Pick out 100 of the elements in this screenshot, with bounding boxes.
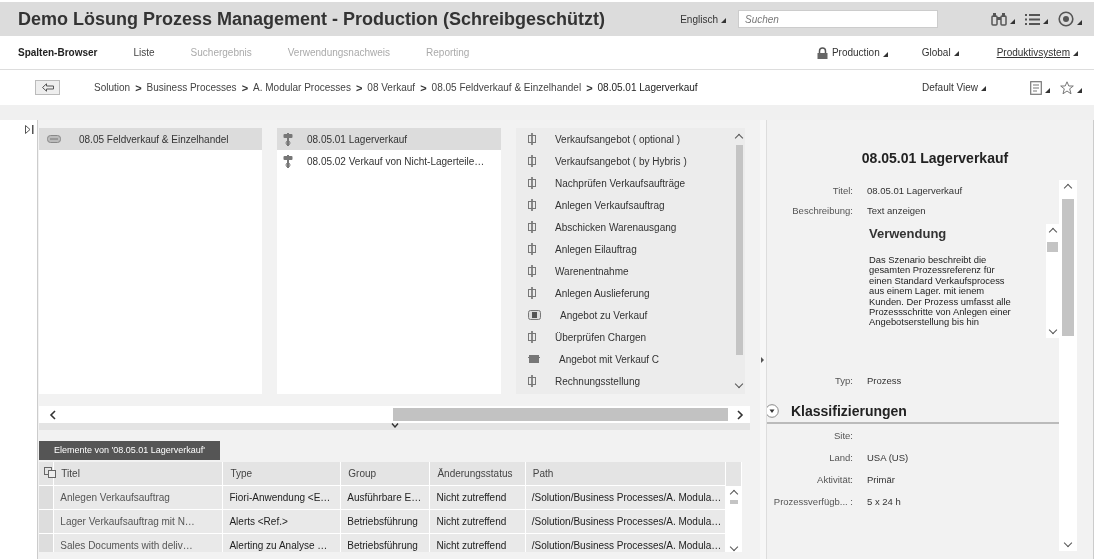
step-icon	[528, 331, 536, 343]
step-icon	[528, 243, 536, 255]
column-item[interactable]: Abschicken Warenausgang	[516, 216, 733, 238]
section-header[interactable]: Klassifizierungen	[763, 400, 1059, 424]
expand-panel-icon[interactable]	[25, 125, 34, 134]
column-item[interactable]: Anlegen Eilauftrag	[516, 238, 733, 260]
breadcrumb-link[interactable]: A. Modular Processes	[253, 82, 351, 93]
column-header[interactable]: Group	[340, 462, 430, 486]
column-item[interactable]: Überprüfen Chargen	[516, 326, 733, 348]
step-icon	[528, 199, 536, 211]
description-text: Das Szenario beschreibt die gesamten Prozessreferenz für einen Standard Verkaufsprocess aus einem Lager. mit ienem Kunden. Der Prozess umfasst alle Prozessschritte von Anlegen einer Angebotserstellung bis hin	[869, 255, 1012, 328]
scroll-left-icon[interactable]	[49, 409, 57, 420]
elements-tab[interactable]: Elemente von '08.05.01 Lagerverkauf'	[39, 441, 221, 460]
scope-menu[interactable]: Global	[921, 47, 963, 58]
breadcrumb-link[interactable]: 08.05 Feldverkauf & Einzelhandel	[431, 82, 582, 93]
table-cell: Anlegen Verkaufsauftrag	[53, 485, 223, 510]
step-icon	[528, 155, 536, 167]
document-icon	[1030, 80, 1042, 95]
column-item[interactable]: 08.05.02 Verkauf von Nicht-Lagerteile…	[277, 150, 501, 172]
system-link[interactable]: Produktivsystem	[996, 47, 1082, 58]
breadcrumb-separator: >	[420, 81, 427, 94]
field-label: Titel:	[831, 184, 854, 196]
field-value: Primär	[867, 473, 895, 485]
caret-icon	[721, 17, 726, 23]
table-cell: Nicht zutreffend	[429, 533, 526, 552]
field-label: Aktivität:	[816, 473, 854, 485]
list-icon	[1025, 12, 1040, 26]
folder-icon	[47, 135, 61, 143]
step-icon	[528, 265, 536, 277]
star-icon	[1060, 80, 1074, 95]
lock-icon	[816, 46, 828, 59]
caret-icon	[1043, 18, 1048, 24]
column-item[interactable]: Rechnungsstellung	[516, 370, 733, 392]
scenario-icon	[528, 310, 541, 320]
table-cell: Betriebsführung	[340, 533, 430, 552]
column-header[interactable]: Type	[222, 462, 341, 486]
table-cell: Lager Verkaufsauftrag mit N…	[53, 509, 223, 534]
favorite-button[interactable]	[1060, 80, 1082, 95]
column-item[interactable]: Anlegen Verkaufsauftrag	[516, 194, 733, 216]
step-icon	[528, 133, 536, 145]
caret-icon	[1010, 19, 1015, 24]
column-item[interactable]: 08.05 Feldverkauf & Einzelhandel	[39, 128, 262, 150]
column-item[interactable]: 08.05.01 Lagerverkauf	[277, 128, 501, 150]
field-label: Beschreibung:	[791, 204, 854, 216]
scroll-right-icon[interactable]	[736, 409, 744, 420]
table-cell: Fiori-Anwendung <E…	[222, 485, 341, 510]
view-tab[interactable]: Spalten-Browser	[18, 47, 98, 58]
system-menu[interactable]: Production	[816, 46, 888, 59]
column-item[interactable]: Verkaufsangebot ( optional )	[516, 128, 733, 150]
column-item[interactable]: Nachprüfen Verkaufsaufträge	[516, 172, 733, 194]
field-label: Land:	[828, 451, 854, 463]
column-item[interactable]: Warenentnahme	[516, 260, 733, 282]
table-cell: Betriebsführung	[340, 509, 430, 534]
field-value: Prozess	[867, 374, 902, 386]
breadcrumb-link[interactable]: Solution	[94, 82, 131, 93]
help-button[interactable]	[1058, 11, 1082, 27]
column-header[interactable]: Path	[525, 462, 726, 486]
table-cell: Alerts <Ref.>	[222, 509, 341, 534]
column-item[interactable]: Angebot mit Verkauf C	[516, 348, 733, 370]
back-arrow-icon	[41, 83, 54, 92]
column-header[interactable]: Titel	[53, 462, 223, 486]
caret-icon	[981, 86, 986, 91]
view-tab[interactable]: Liste	[133, 47, 155, 58]
signpost-icon	[283, 132, 293, 146]
description-scrollbar[interactable]	[1046, 224, 1059, 338]
detail-scrollbar[interactable]	[1059, 180, 1077, 551]
splitter-handle-icon[interactable]	[390, 423, 399, 428]
table-cell: Sales Documents with deliv…	[53, 533, 223, 552]
column-header[interactable]: Änderungsstatus	[429, 462, 526, 486]
breadcrumb-separator: >	[355, 81, 363, 94]
search-field[interactable]: Suchen	[738, 10, 938, 28]
table-cell: Alerting zu Analyse …	[222, 533, 341, 552]
column-item[interactable]: Verkaufsangebot ( by Hybris )	[516, 150, 733, 172]
column-item[interactable]: Anlegen Auslieferung	[516, 282, 733, 304]
table-cell: /Solution/Business Processes/A. Modula…	[525, 533, 726, 552]
step-icon	[528, 221, 536, 233]
document-button[interactable]	[1030, 80, 1050, 95]
breadcrumb-link[interactable]: 08 Verkauf	[367, 82, 416, 93]
step-icon	[528, 375, 536, 387]
view-menu[interactable]: Default View	[922, 82, 986, 93]
breadcrumb-separator: >	[241, 81, 249, 94]
binoculars-icon	[991, 12, 1007, 26]
list-button[interactable]	[1025, 12, 1048, 26]
step-icon	[528, 287, 536, 299]
field-value: USA (US)	[867, 451, 909, 463]
horizontal-scrollbar[interactable]	[39, 406, 750, 423]
copy-icon[interactable]	[44, 467, 56, 478]
back-button[interactable]	[35, 80, 60, 95]
column-item[interactable]: Angebot zu Verkauf	[516, 304, 733, 326]
table-cell: Nicht zutreffend	[429, 485, 526, 510]
language-menu[interactable]: Englisch	[680, 13, 726, 25]
breadcrumb-separator: >	[586, 81, 593, 94]
table-cell: Nicht zutreffend	[429, 509, 526, 534]
table-cell: /Solution/Business Processes/A. Modula…	[525, 485, 726, 510]
caret-icon	[1077, 20, 1082, 25]
table-cell: Ausführbare E…	[340, 485, 430, 510]
breadcrumb-link[interactable]: Business Processes	[146, 82, 237, 93]
search-button[interactable]	[991, 12, 1015, 26]
breadcrumb-link[interactable]: 08.05.01 Lagerverkauf	[597, 82, 698, 93]
breadcrumb-separator: >	[135, 81, 142, 94]
